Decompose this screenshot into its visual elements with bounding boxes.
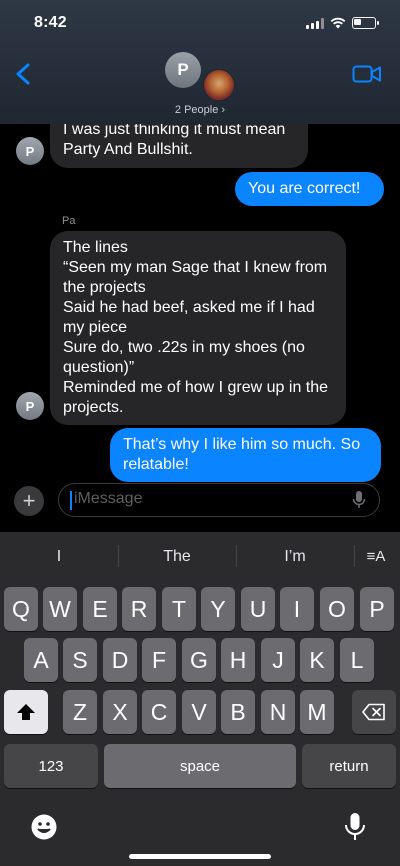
status-icons-overlay	[306, 17, 379, 29]
key-g[interactable]: G	[182, 638, 216, 682]
key-h[interactable]: H	[221, 638, 255, 682]
video-call-button[interactable]	[352, 64, 382, 84]
key-m[interactable]: M	[300, 690, 334, 734]
apps-plus-button[interactable]: +	[14, 486, 44, 516]
sender-avatar-initial: P	[25, 398, 35, 414]
key-x[interactable]: X	[103, 690, 137, 734]
shift-arrow-icon	[17, 704, 35, 720]
back-button[interactable]	[12, 62, 36, 86]
key-r[interactable]: R	[122, 587, 156, 631]
key-p[interactable]: P	[360, 587, 394, 631]
message-text: That’s why I like him so much. So relata…	[123, 436, 361, 473]
key-u[interactable]: U	[241, 587, 275, 631]
received-message-bubble[interactable]: The lines “Seen my man Sage that I knew …	[50, 231, 346, 425]
space-key[interactable]: space	[104, 744, 296, 788]
key-b[interactable]: B	[221, 690, 255, 734]
wifi-icon	[330, 17, 346, 29]
key-n[interactable]: N	[261, 690, 295, 734]
sender-avatar-initial: P	[25, 143, 35, 159]
numbers-key[interactable]: 123	[4, 744, 98, 788]
key-z[interactable]: Z	[63, 690, 97, 734]
message-line: “Seen my man Sage that I knew from the p…	[63, 259, 328, 296]
key-t[interactable]: T	[162, 587, 196, 631]
suggestion-2[interactable]: The	[118, 542, 236, 572]
key-a[interactable]: A	[24, 638, 58, 682]
suggestion-divider	[354, 545, 355, 567]
key-l[interactable]: L	[340, 638, 374, 682]
contact-photo-avatar[interactable]	[203, 69, 235, 101]
suggestion-3[interactable]: I’m	[236, 542, 354, 572]
sent-message-bubble[interactable]: That’s why I like him so much. So relata…	[110, 428, 381, 482]
message-line: Sure do, two .22s in my shoes (no questi…	[63, 339, 305, 376]
key-o[interactable]: O	[320, 587, 354, 631]
key-s[interactable]: S	[63, 638, 97, 682]
sender-avatar[interactable]: P	[16, 137, 44, 165]
message-text: You are correct!	[248, 180, 361, 197]
emoji-icon[interactable]	[30, 813, 58, 841]
shift-key[interactable]	[4, 690, 48, 734]
key-j[interactable]: J	[261, 638, 295, 682]
key-c[interactable]: C	[142, 690, 176, 734]
key-e[interactable]: E	[83, 587, 117, 631]
key-y[interactable]: Y	[201, 587, 235, 631]
sender-avatar[interactable]: P	[16, 392, 44, 420]
received-message-bubble[interactable]: I was just thinking it must mean Party A…	[50, 108, 308, 168]
sent-message-bubble[interactable]: You are correct!	[235, 172, 384, 206]
status-time-overlay: 8:42	[34, 14, 67, 31]
key-v[interactable]: V	[182, 690, 216, 734]
message-input-placeholder: iMessage	[74, 490, 143, 507]
key-i[interactable]: I	[280, 587, 314, 631]
message-line: The lines	[63, 239, 128, 256]
key-w[interactable]: W	[43, 587, 77, 631]
home-indicator[interactable]	[129, 854, 271, 859]
group-details-link[interactable]: 2 People ›	[0, 104, 400, 116]
key-d[interactable]: D	[103, 638, 137, 682]
key-q[interactable]: Q	[4, 587, 38, 631]
plus-icon: +	[22, 488, 36, 513]
key-k[interactable]: K	[300, 638, 334, 682]
delete-key[interactable]	[352, 690, 396, 734]
group-avatar[interactable]: P	[165, 52, 201, 88]
message-line: Reminded me of how I grew up in the proj…	[63, 379, 329, 416]
return-key[interactable]: return	[302, 744, 396, 788]
backspace-icon	[362, 703, 385, 721]
cellular-signal-icon	[306, 17, 324, 29]
key-f[interactable]: F	[142, 638, 176, 682]
text-format-icon[interactable]: ≡A	[356, 542, 396, 572]
avatar-initial: P	[177, 60, 189, 79]
suggestion-1[interactable]: I	[0, 542, 118, 572]
text-cursor	[70, 491, 72, 510]
message-line: Said he had beef, asked me if I had my p…	[63, 299, 315, 336]
message-text: I was just thinking it must mean Party A…	[63, 121, 286, 158]
dictation-mic-icon[interactable]	[352, 490, 366, 510]
dictation-mic-icon[interactable]	[344, 812, 366, 842]
sender-name: Pa	[62, 215, 76, 227]
battery-icon	[352, 17, 379, 29]
